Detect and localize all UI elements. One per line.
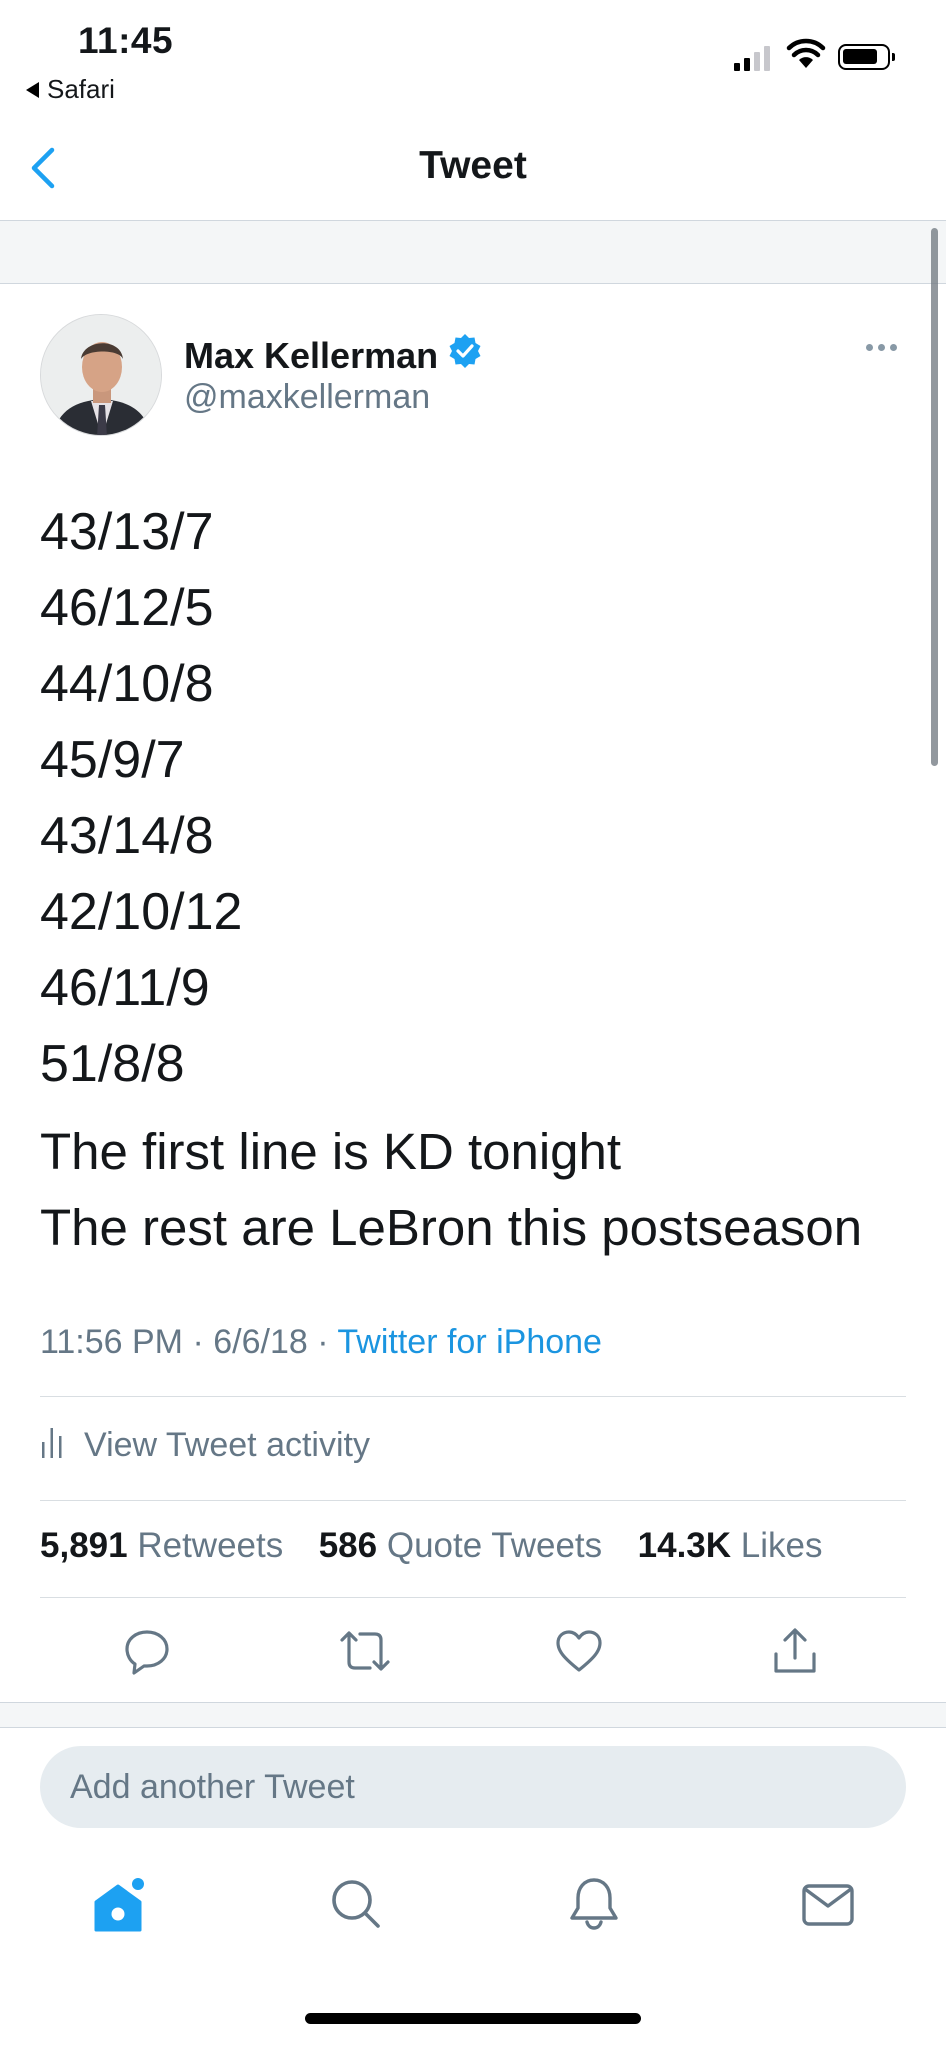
cellular-signal-icon [734,46,770,71]
home-icon[interactable] [90,1876,146,1932]
likes-label: Likes [740,1526,823,1565]
scrollbar[interactable] [931,228,938,766]
quotes-label: Quote Tweets [386,1526,603,1565]
activity-label: View Tweet activity [84,1426,370,1464]
tweet-meta: 11:56 PM · 6/6/18 · Twitter for iPhone [40,1323,602,1362]
author-name[interactable]: Max Kellerman [184,334,482,377]
view-tweet-activity[interactable]: View Tweet activity [40,1424,370,1467]
stat-line: 46/11/9 [40,959,210,1017]
avatar[interactable] [40,314,162,436]
divider [40,1597,906,1598]
like-icon[interactable] [554,1626,604,1676]
conversation-gap [0,221,946,284]
tweet-text: The first line is KD tonight The rest ar… [40,1114,862,1266]
stat-line: 45/9/7 [40,731,185,789]
messages-icon[interactable] [800,1876,856,1932]
back-triangle-icon [26,81,39,98]
tweet-stat-lines: 43/13/7 46/12/5 44/10/8 45/9/7 43/14/8 4… [40,494,242,1102]
stat-line: 43/14/8 [40,807,214,865]
retweets-label: Retweets [137,1526,284,1565]
meta-separator: · [192,1323,214,1361]
battery-icon [838,44,895,70]
divider [40,1396,906,1397]
add-tweet-placeholder: Add another Tweet [70,1767,355,1806]
share-icon[interactable] [770,1626,820,1676]
retweets-stat[interactable]: 5,891 Retweets [40,1526,283,1565]
tweet-text-line: The rest are LeBron this postseason [40,1199,863,1256]
back-to-safari-button[interactable]: Safari [26,74,115,105]
quotes-count: 586 [318,1526,378,1565]
stat-line: 44/10/8 [40,655,214,713]
tweet-source-link[interactable]: Twitter for iPhone [337,1323,602,1361]
tweet-date: 6/6/18 [213,1323,308,1361]
wifi-icon [786,38,826,75]
quotes-stat[interactable]: 586 Quote Tweets [319,1526,602,1565]
search-icon[interactable] [328,1876,384,1932]
retweets-count: 5,891 [40,1526,128,1565]
notifications-icon[interactable] [566,1876,622,1932]
verified-badge-icon [448,334,482,377]
tweet-time: 11:56 PM [40,1323,184,1361]
home-indicator[interactable] [305,2013,641,2024]
tweet-stats: 5,891 Retweets 586 Quote Tweets 14.3K Li… [40,1526,823,1566]
retweet-icon[interactable] [338,1626,390,1676]
divider [40,1500,906,1501]
reply-icon[interactable] [122,1626,172,1676]
stat-line: 46/12/5 [40,579,214,637]
stat-line: 42/10/12 [40,883,243,941]
stat-line: 43/13/7 [40,503,214,561]
more-icon[interactable] [866,344,897,351]
likes-stat[interactable]: 14.3K Likes [638,1526,823,1565]
tweet-text-line: The first line is KD tonight [40,1123,622,1180]
section-gap [0,1702,946,1728]
meta-separator: · [317,1323,338,1361]
author-handle[interactable]: @maxkellerman [184,378,430,417]
activity-bars-icon [40,1424,64,1467]
status-time: 11:45 [78,20,174,61]
page-title: Tweet [419,144,527,187]
likes-count: 14.3K [637,1526,732,1565]
add-another-tweet-input[interactable]: Add another Tweet [40,1746,906,1828]
display-name: Max Kellerman [184,334,439,376]
back-app-label: Safari [47,74,115,104]
stat-line: 51/8/8 [40,1035,185,1093]
